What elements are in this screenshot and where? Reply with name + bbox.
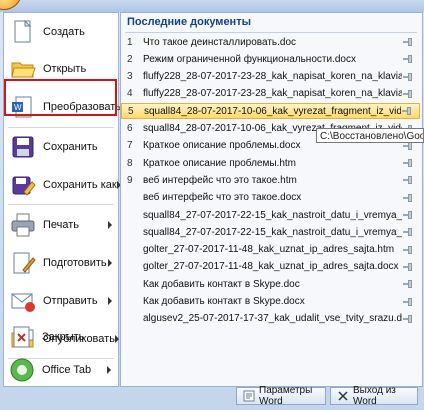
recent-document-item[interactable]: 5 squall84_28-07-2017-10-06_kak_vyrezat_f… bbox=[121, 103, 420, 120]
recent-document-item[interactable]: 8 Краткое описание проблемы.htm bbox=[121, 155, 420, 171]
submenu-arrow-icon bbox=[108, 259, 112, 267]
menu-item-office-tab[interactable]: Office Tab bbox=[3, 351, 117, 389]
exit-word-button[interactable]: Выход из Word bbox=[330, 385, 418, 407]
menu-item-label: Подготовить bbox=[43, 257, 107, 269]
recent-document-name: веб интерфейс что это такое.docx bbox=[143, 192, 302, 204]
word-options-button[interactable]: Параметры Word bbox=[236, 385, 326, 407]
pin-icon[interactable] bbox=[402, 54, 414, 64]
recent-document-item[interactable]: 9 веб интерфейс что это такое.htm bbox=[121, 172, 420, 188]
office-tab-icon bbox=[9, 357, 35, 383]
menu-item-label: Сохранить как bbox=[43, 179, 117, 191]
recent-document-item[interactable]: golter_27-07-2017-11-48_kak_uznat_ip_adr… bbox=[121, 242, 420, 258]
recent-document-number: 2 bbox=[127, 53, 133, 65]
new-document-icon bbox=[10, 19, 36, 45]
recent-document-name: Как добавить контакт в Skype.doc bbox=[143, 278, 300, 290]
divider bbox=[8, 204, 114, 205]
menu-item-prepare[interactable]: Подготовить bbox=[4, 244, 118, 282]
recent-document-name: Краткое описание проблемы.htm bbox=[143, 157, 296, 169]
prepare-document-icon bbox=[10, 250, 36, 276]
pin-icon[interactable] bbox=[402, 279, 414, 289]
recent-document-name: squall84_27-07-2017-22-15_kak_nastroit_d… bbox=[143, 209, 402, 221]
recent-document-number: 6 bbox=[127, 123, 133, 134]
pin-icon[interactable] bbox=[402, 245, 414, 255]
pin-icon[interactable] bbox=[402, 262, 414, 272]
menu-item-label: Office Tab bbox=[42, 364, 92, 376]
recent-document-item[interactable]: golter_27-07-2017-11-48_kak_uznat_ip_adr… bbox=[121, 259, 420, 275]
recent-document-name: squall84_28-07-2017-10-06_kak_vyrezat_fr… bbox=[144, 105, 401, 117]
recent-document-number: 9 bbox=[127, 174, 133, 186]
recent-document-name: Как добавить контакт в Skype.docx bbox=[143, 296, 305, 307]
pin-icon[interactable] bbox=[402, 193, 414, 203]
recent-document-name: fluffy228_28-07-2017-23-28_kak_napisat_k… bbox=[143, 88, 402, 100]
pin-icon[interactable] bbox=[402, 72, 414, 82]
menu-item-send[interactable]: Отправить bbox=[4, 282, 118, 320]
menu-item-print[interactable]: Печать bbox=[4, 206, 118, 244]
save-as-icon bbox=[10, 172, 36, 198]
recent-document-item[interactable]: 3 fluffy228_28-07-2017-23-28_kak_napisat_… bbox=[121, 69, 420, 85]
recent-document-number: 7 bbox=[127, 140, 133, 152]
pin-icon[interactable] bbox=[402, 297, 414, 307]
top-strip bbox=[0, 0, 424, 12]
path-tooltip: C:\Восстановлено\Google bbox=[316, 128, 424, 143]
menu-item-save[interactable]: Сохранить bbox=[4, 128, 118, 166]
recent-document-item[interactable]: Как добавить контакт в Skype.doc bbox=[121, 276, 420, 292]
recent-document-number: 5 bbox=[128, 105, 134, 117]
menu-item-label: Печать bbox=[43, 219, 80, 231]
menu-item-label: Создать bbox=[43, 26, 85, 38]
recent-document-item[interactable]: Как добавить контакт в Skype.docx bbox=[121, 294, 420, 310]
pin-icon[interactable] bbox=[402, 175, 414, 185]
pin-icon[interactable] bbox=[402, 227, 414, 237]
recent-document-number: 1 bbox=[127, 36, 133, 48]
recent-document-item[interactable]: 4 fluffy228_28-07-2017-23-28_kak_napisat_… bbox=[121, 86, 420, 102]
word-options-label: Параметры Word bbox=[259, 385, 313, 407]
recent-document-item[interactable]: веб интерфейс что это такое.docx bbox=[121, 190, 420, 206]
recent-document-name: веб интерфейс что это такое.htm bbox=[143, 174, 297, 186]
divider bbox=[125, 32, 417, 33]
menu-item-label: Сохранить bbox=[43, 141, 98, 153]
close-document-icon bbox=[9, 324, 35, 350]
menu-item-save-as[interactable]: Сохранить как bbox=[4, 166, 121, 204]
recent-document-item[interactable]: squall84_27-07-2017-22-15_kak_nastroit_d… bbox=[121, 207, 420, 223]
pin-icon[interactable] bbox=[402, 37, 414, 47]
submenu-arrow-icon bbox=[107, 366, 111, 374]
menu-item-label: Закрыть bbox=[42, 331, 85, 343]
pin-icon[interactable] bbox=[401, 106, 413, 116]
pin-icon[interactable] bbox=[402, 210, 414, 220]
recent-document-name: golter_27-07-2017-11-48_kak_uznat_ip_adr… bbox=[143, 244, 395, 256]
recent-document-name: golter_27-07-2017-11-48_kak_uznat_ip_adr… bbox=[143, 261, 399, 273]
recent-document-item[interactable]: algusev2_25-07-2017-17-37_kak_udalit_vse… bbox=[121, 311, 420, 327]
recent-document-name: algusev2_25-07-2017-17-37_kak_udalit_vse… bbox=[143, 313, 402, 325]
bottom-bar: Параметры Word Выход из Word bbox=[0, 385, 424, 410]
recent-document-name: Режим ограниченной функциональности.docx bbox=[143, 53, 356, 65]
submenu-arrow-icon bbox=[108, 221, 112, 229]
close-icon bbox=[337, 390, 349, 402]
save-icon bbox=[10, 134, 36, 160]
recent-document-number: 8 bbox=[127, 157, 133, 169]
recent-document-name: Что такое деинсталлировать.doc bbox=[143, 36, 297, 48]
recent-document-name: squall84_27-07-2017-22-15_kak_nastroit_d… bbox=[143, 226, 402, 238]
recent-document-number: 4 bbox=[127, 88, 133, 100]
recent-document-item[interactable]: 2 Режим ограниченной функциональности.doc… bbox=[121, 51, 420, 67]
recent-document-number: 3 bbox=[127, 71, 133, 83]
menu-item-label: Открыть bbox=[43, 63, 87, 75]
exit-word-label: Выход из Word bbox=[353, 385, 396, 407]
highlight-box bbox=[4, 79, 117, 116]
pin-icon[interactable] bbox=[402, 314, 414, 324]
recent-document-name: fluffy228_28-07-2017-23-28_kak_napisat_k… bbox=[143, 71, 402, 83]
options-icon bbox=[243, 390, 255, 402]
submenu-arrow-icon bbox=[108, 297, 112, 305]
menu-item-new[interactable]: Создать bbox=[4, 13, 118, 51]
recent-documents-title: Последние документы bbox=[127, 16, 251, 28]
pin-icon[interactable] bbox=[402, 89, 414, 99]
menu-item-label: Отправить bbox=[43, 295, 98, 307]
recent-document-item[interactable]: 1 Что такое деинсталлировать.doc bbox=[121, 34, 420, 50]
pin-icon[interactable] bbox=[402, 158, 414, 168]
send-icon bbox=[10, 288, 36, 314]
recent-document-item[interactable]: squall84_27-07-2017-22-15_kak_nastroit_d… bbox=[121, 224, 420, 240]
printer-icon bbox=[10, 212, 36, 238]
